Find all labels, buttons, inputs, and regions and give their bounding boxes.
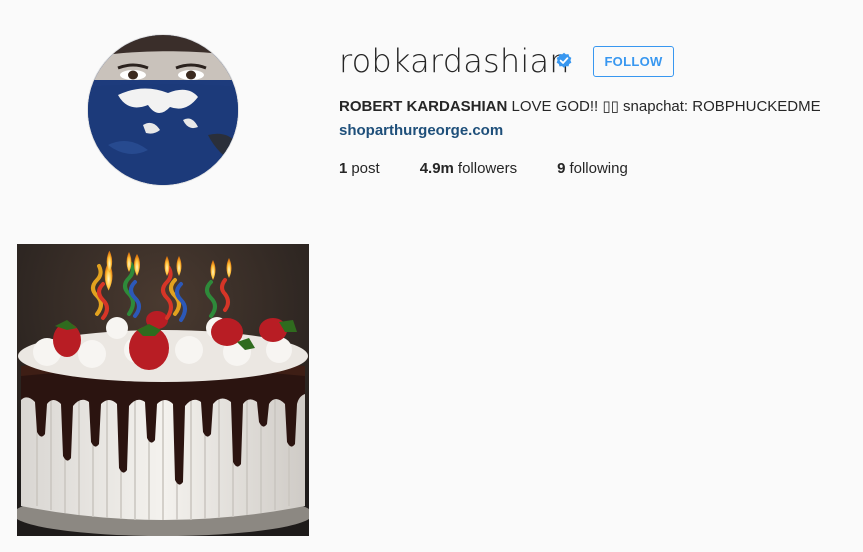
post-image-birthday-cake	[17, 244, 309, 536]
profile-stats: 1 post 4.9m followers 9 following	[339, 159, 668, 179]
profile-page: robkardashian FOLLOW ROBERT KARDASHIAN L…	[0, 0, 863, 552]
followers-count[interactable]: 4.9m followers	[420, 159, 517, 179]
following-count-label: following	[569, 160, 628, 177]
follow-button[interactable]: FOLLOW	[593, 46, 674, 77]
profile-bio-text: LOVE GOD!! ▯▯ snapchat: ROBPHUCKEDME	[511, 98, 821, 115]
verified-badge-icon	[556, 52, 572, 68]
profile-website-link[interactable]: shoparthurgeorge.com	[339, 121, 503, 141]
following-count-number: 9	[557, 160, 566, 177]
posts-count-label: post	[351, 160, 380, 177]
avatar-image	[88, 35, 238, 185]
posts-count-number: 1	[339, 160, 348, 177]
followers-count-label: followers	[457, 160, 518, 177]
posts-count: 1 post	[339, 159, 380, 179]
post-thumbnail[interactable]	[17, 244, 309, 536]
profile-bio: ROBERT KARDASHIAN LOVE GOD!! ▯▯ snapchat…	[339, 97, 821, 117]
profile-avatar[interactable]	[88, 35, 238, 185]
profile-username: robkardashian	[339, 42, 570, 80]
following-count[interactable]: 9 following	[557, 159, 628, 179]
profile-full-name: ROBERT KARDASHIAN	[339, 98, 508, 115]
followers-count-number: 4.9m	[419, 160, 454, 177]
